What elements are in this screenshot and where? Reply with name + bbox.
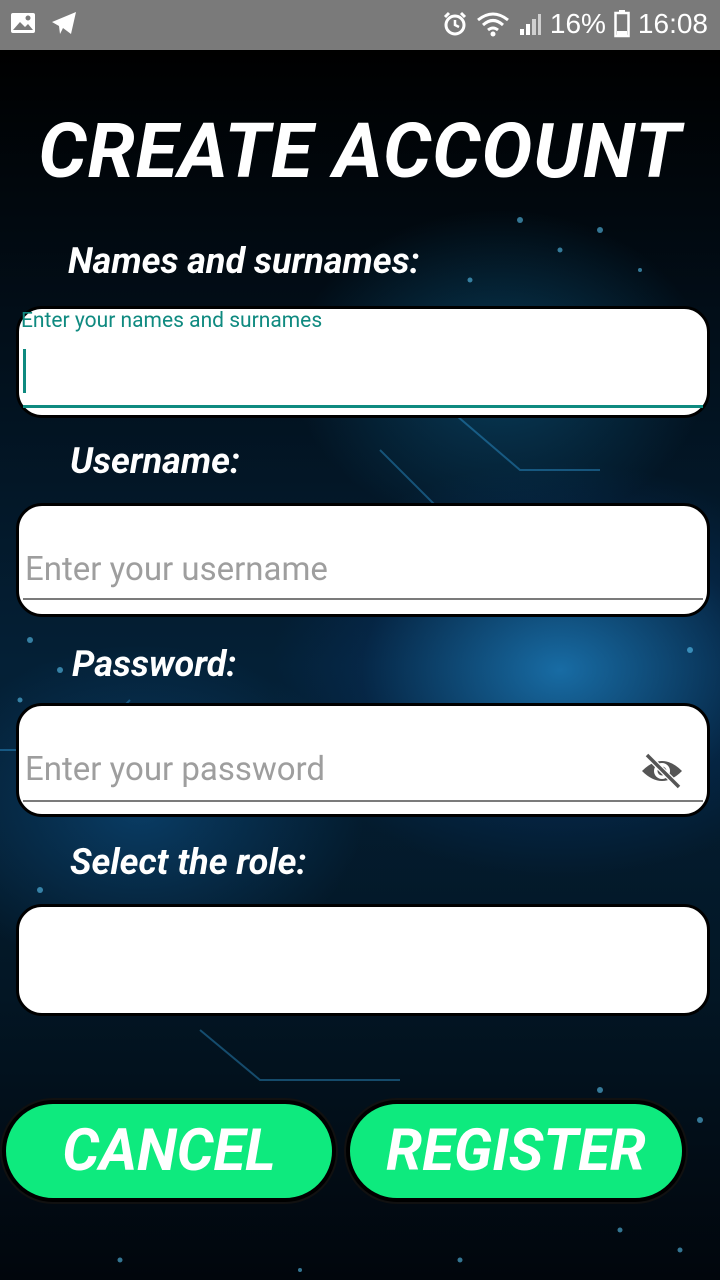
role-label: Select the role: [70, 841, 307, 883]
page-title: CREATE ACCOUNT [38, 106, 682, 196]
battery-icon [614, 10, 630, 38]
username-field[interactable]: Enter your username [16, 503, 710, 617]
username-underline [23, 598, 703, 600]
clock: 16:08 [637, 8, 708, 39]
status-left-icons [10, 10, 78, 36]
names-label: Names and surnames: [68, 240, 420, 282]
password-placeholder: Enter your password [25, 750, 326, 789]
eye-off-icon[interactable] [639, 751, 685, 791]
alarm-icon [443, 11, 466, 36]
password-field[interactable]: Enter your password [16, 703, 710, 817]
password-label: Password: [72, 643, 237, 685]
register-button[interactable]: REGISTER [346, 1100, 686, 1202]
battery-percent: 16% [549, 8, 606, 39]
text-cursor [23, 349, 26, 393]
cancel-button[interactable]: CANCEL [2, 1100, 336, 1202]
status-bar: 16% 16:08 [0, 0, 720, 50]
signal-icon [519, 14, 541, 35]
gallery-icon [11, 13, 35, 33]
status-right: 16% 16:08 [442, 8, 708, 40]
names-floating-hint: Enter your names and surnames [21, 309, 323, 333]
role-select[interactable] [16, 904, 710, 1016]
names-underline [23, 405, 703, 408]
names-field[interactable]: Enter your names and surnames [16, 306, 710, 418]
password-underline [23, 800, 703, 802]
username-placeholder: Enter your username [25, 550, 328, 589]
telegram-icon [52, 12, 76, 34]
wifi-icon [476, 12, 509, 37]
username-label: Username: [70, 440, 240, 482]
